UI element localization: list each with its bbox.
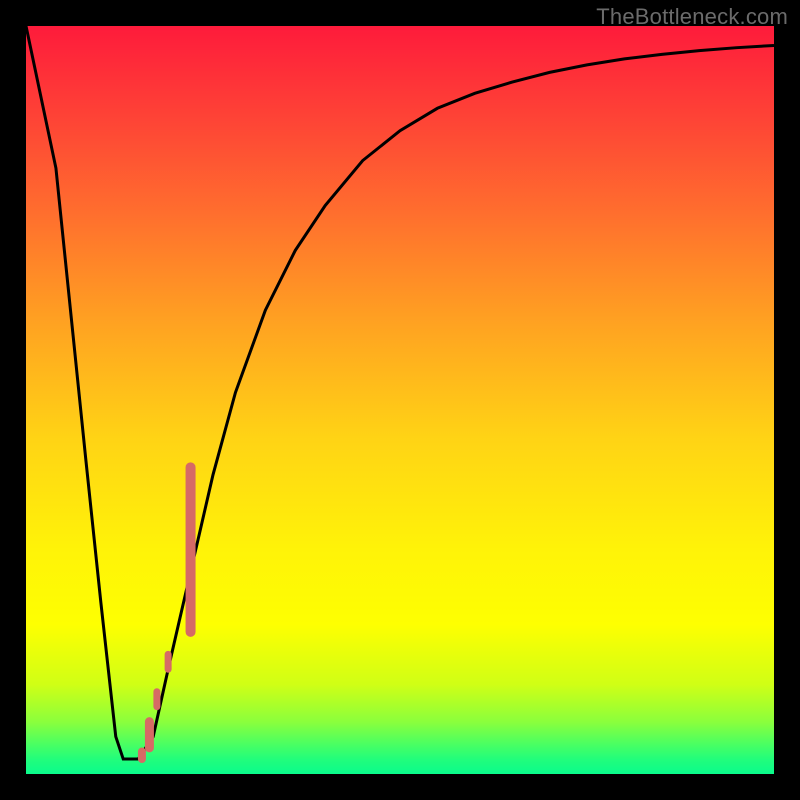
chart-markers (142, 467, 191, 759)
curve-line (26, 26, 774, 759)
chart-svg (26, 26, 774, 774)
chart-frame: TheBottleneck.com (0, 0, 800, 800)
attribution-label: TheBottleneck.com (596, 4, 788, 30)
bottleneck-curve (26, 26, 774, 759)
plot-area (26, 26, 774, 774)
